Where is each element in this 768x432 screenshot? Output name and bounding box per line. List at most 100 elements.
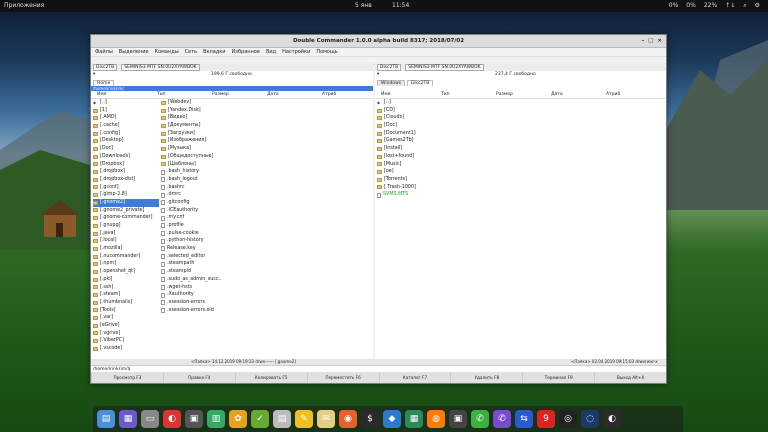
list-item[interactable]: [.cache] (93, 122, 159, 130)
list-item[interactable]: [.gconf] (93, 184, 159, 192)
davinci-icon[interactable]: ◎ (559, 410, 577, 428)
drive-button[interactable]: SEMINIS3 MTF SN.0U2XYAWBOK (121, 63, 200, 71)
list-item[interactable]: [.gimp-2.8] (93, 191, 159, 199)
list-item[interactable]: .pulse-cookie (161, 230, 241, 238)
list-item[interactable]: [.dropbox-dist] (93, 176, 159, 184)
list-item[interactable]: .gitconfig (161, 199, 241, 207)
terminal-icon[interactable]: $ (361, 410, 379, 428)
applications-menu[interactable]: Приложения (4, 2, 44, 9)
menu-item[interactable]: Вид (266, 49, 276, 55)
list-item[interactable]: .selected_editor (161, 253, 241, 261)
function-key-button[interactable]: Каталог F7 (378, 372, 451, 383)
window-titlebar[interactable]: Double Commander 1.0.0 alpha build 8317;… (91, 35, 666, 48)
tab-disc2tb[interactable]: Disc2TB (407, 80, 434, 86)
list-item[interactable]: SVMS.MTS (377, 191, 497, 199)
paint-icon[interactable]: ◍ (427, 410, 445, 428)
list-item[interactable]: [.var] (93, 314, 159, 322)
list-item[interactable]: [.config] (93, 130, 159, 138)
close-icon[interactable]: × (657, 35, 662, 47)
date-label[interactable]: 5 янв (355, 2, 372, 9)
column-date[interactable]: Дата (267, 92, 322, 97)
list-item[interactable]: ◆ [..] (93, 99, 159, 107)
app-icon[interactable]: ◐ (603, 410, 621, 428)
list-item[interactable]: [Изображения] (161, 137, 241, 145)
menu-item[interactable]: Настройки (282, 49, 310, 55)
column-name[interactable]: Имя (375, 92, 441, 97)
list-item[interactable]: .bash_history (161, 168, 241, 176)
list-item[interactable]: .Xauthority (161, 291, 241, 299)
list-item[interactable]: [Документы] (161, 122, 241, 130)
list-item[interactable]: [1] (93, 107, 159, 115)
menu-item[interactable]: Вкладки (203, 49, 225, 55)
files-icon[interactable]: ▤ (97, 410, 115, 428)
list-item[interactable]: [Games2Tb] (377, 137, 497, 145)
list-item[interactable]: [Downloads] (93, 153, 159, 161)
list-item[interactable]: [Загрузки] (161, 130, 241, 138)
function-key-button[interactable]: Просмотр F3 (91, 372, 163, 383)
calendar-icon[interactable]: ▦ (119, 410, 137, 428)
list-item[interactable]: [.Trash-1000] (377, 184, 497, 192)
list-item[interactable]: [CD] (377, 107, 497, 115)
list-item[interactable]: [Music] (377, 161, 497, 169)
list-item[interactable]: [.gnupg] (93, 222, 159, 230)
drive-select[interactable]: ▾ (93, 72, 95, 77)
drive-button[interactable]: Disc2TB (377, 63, 402, 71)
list-item[interactable]: [.vgrive] (93, 330, 159, 338)
list-item[interactable]: [Desktop] (93, 137, 159, 145)
function-key-button[interactable]: Терминал F9 (522, 372, 594, 383)
list-item[interactable]: [Tools] (93, 307, 159, 315)
whatsapp-icon[interactable]: ✆ (471, 410, 489, 428)
menu-item[interactable]: Файлы (95, 49, 113, 55)
list-item[interactable]: .python-history (161, 237, 241, 245)
tray-item[interactable]: 0% (686, 2, 696, 10)
search-icon[interactable]: ⌕ (743, 2, 746, 10)
steam-icon[interactable]: ◌ (581, 410, 599, 428)
list-item[interactable]: [.gnome-commander] (93, 214, 159, 222)
list-item[interactable]: [Doc] (377, 122, 497, 130)
list-item[interactable]: [Yandex.Disk] (161, 107, 241, 115)
list-item[interactable]: [.vscode] (93, 345, 159, 353)
battery-indicator[interactable]: 22% (704, 2, 717, 10)
list-item[interactable]: [lost+found] (377, 153, 497, 161)
menu-item[interactable]: Команды (155, 49, 179, 55)
monitor-icon[interactable]: ▣ (449, 410, 467, 428)
list-item[interactable]: [.nucommander] (93, 253, 159, 261)
list-item[interactable]: [.mozilla] (93, 245, 159, 253)
list-item[interactable]: .steampid (161, 268, 241, 276)
list-item[interactable]: [.AMD] (93, 114, 159, 122)
list-item[interactable]: [oe] (377, 168, 497, 176)
folder-icon[interactable]: ▭ (141, 410, 159, 428)
list-item[interactable]: .xsession-errors (161, 299, 241, 307)
list-item[interactable]: .steampath (161, 260, 241, 268)
column-attr[interactable]: Атриб (606, 92, 646, 97)
column-attr[interactable]: Атриб (322, 92, 362, 97)
firefox-icon[interactable]: ◉ (339, 410, 357, 428)
maximize-icon[interactable]: □ (648, 35, 653, 47)
function-key-button[interactable]: Переместить F6 (306, 372, 379, 383)
command-line[interactable]: /home/irinkrim/$ (91, 365, 666, 372)
list-item[interactable]: .ICEauthority (161, 207, 241, 215)
maps-icon[interactable]: 9 (537, 410, 555, 428)
spreadsheet-icon[interactable]: ▦ (405, 410, 423, 428)
list-item[interactable]: .wget-hsts (161, 284, 241, 292)
app-icon[interactable]: ▥ (207, 410, 225, 428)
column-name[interactable]: Имя (91, 92, 157, 97)
menu-item[interactable]: Помощь (316, 49, 337, 55)
list-item[interactable]: [Webdev] (161, 99, 241, 107)
list-item[interactable]: [.steam] (93, 291, 159, 299)
list-item[interactable]: [.local] (93, 237, 159, 245)
list-item[interactable]: Release.key (161, 245, 241, 253)
calculator-icon[interactable]: ▣ (185, 410, 203, 428)
list-item[interactable]: [Видео] (161, 114, 241, 122)
list-item[interactable]: [Общедоступные] (161, 153, 241, 161)
translate-icon[interactable]: ⇆ (515, 410, 533, 428)
column-date[interactable]: Дата (551, 92, 606, 97)
clock[interactable]: 11:54 (392, 2, 409, 9)
list-item[interactable]: ◆ [..] (377, 99, 497, 107)
network-icon[interactable]: ↑↓ (725, 2, 735, 10)
list-item[interactable]: .xsession-errors.old (161, 307, 241, 315)
minimize-icon[interactable]: – (641, 35, 644, 47)
list-item[interactable]: [.ViberPC] (93, 337, 159, 345)
list-item[interactable]: [Torrents] (377, 176, 497, 184)
settings-icon[interactable]: ⚙ (755, 2, 760, 10)
